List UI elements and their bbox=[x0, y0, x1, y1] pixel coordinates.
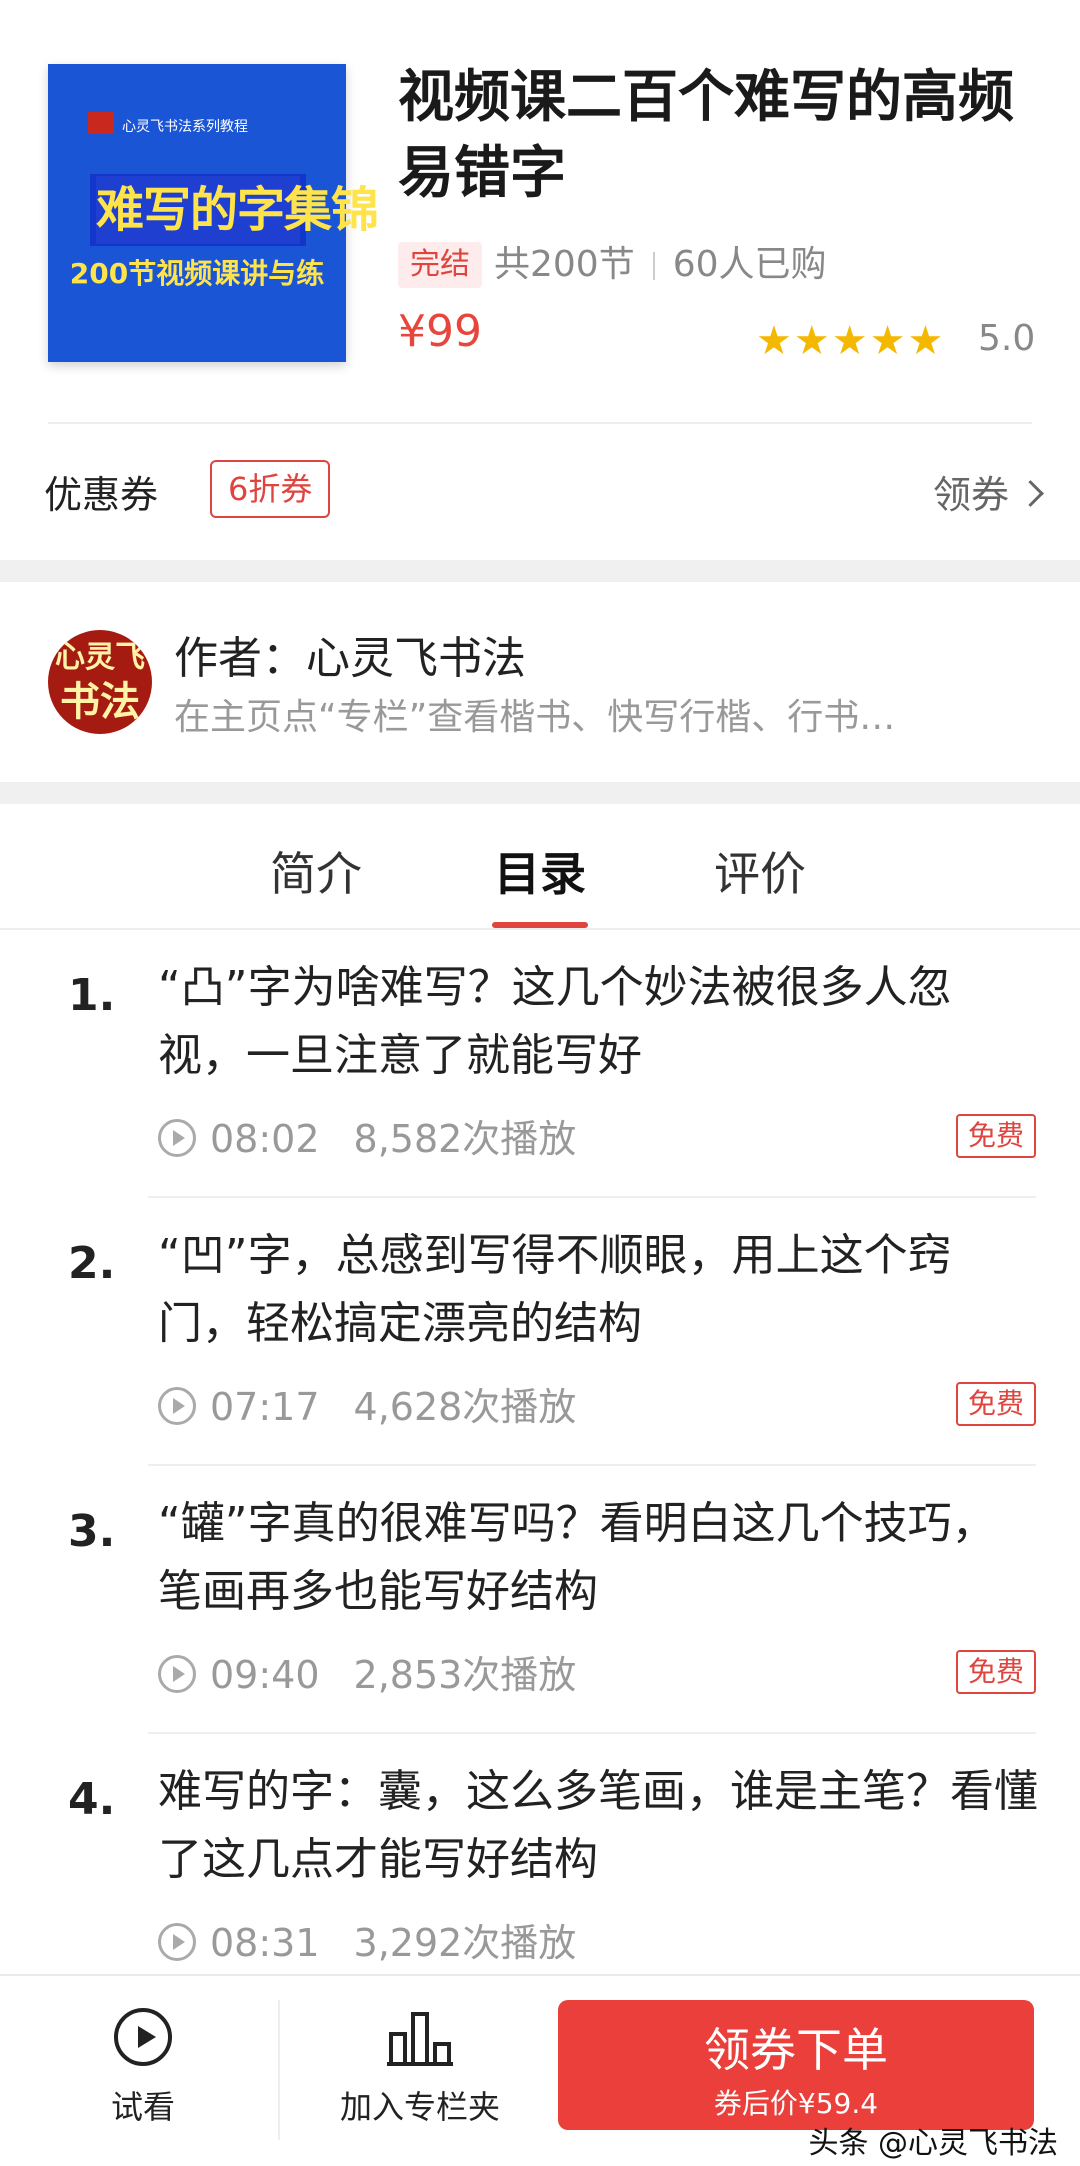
lesson-duration: 08:31 bbox=[210, 1921, 320, 1965]
lesson-info: 07:17 4,628次播放 bbox=[158, 1376, 576, 1431]
cover-subtitle: 200节视频课讲与练 bbox=[69, 257, 325, 290]
author-name: 作者：心灵飞书法 bbox=[174, 633, 526, 684]
free-badge: 免费 bbox=[955, 1382, 1036, 1426]
meta-divider bbox=[652, 252, 655, 280]
buyer-count: 60人已购 bbox=[672, 244, 827, 285]
author-description: 在主页点“专栏”查看楷书、快写行楷、行书… bbox=[174, 697, 896, 738]
course-price: ¥99 bbox=[398, 306, 482, 357]
lesson-plays: 3,292次播放 bbox=[353, 1921, 577, 1965]
active-tab-indicator bbox=[492, 922, 588, 928]
lesson-plays: 2,853次播放 bbox=[353, 1653, 577, 1697]
rating-score: 5.0 bbox=[978, 318, 1036, 359]
course-cover-image[interactable]: 心灵飞书法系列教程 难写的字集锦 200节视频课讲与练 bbox=[48, 64, 379, 362]
watermark: 头条 @心灵飞书法 bbox=[808, 2126, 1058, 2161]
get-coupon-button[interactable]: 领券 bbox=[932, 464, 1044, 519]
get-coupon-label: 领券 bbox=[932, 473, 1009, 517]
avatar[interactable]: 心灵飞 书法 bbox=[48, 630, 152, 734]
lesson-title: “凸”字为啥难写？这几个妙法被很多人忽视，一旦注意了就能写好 bbox=[158, 962, 952, 1081]
cover-title: 难写的字集锦 bbox=[96, 176, 379, 244]
trial-button[interactable]: 试看 bbox=[88, 2008, 198, 2128]
avatar-text-bottom: 书法 bbox=[60, 679, 140, 725]
play-icon bbox=[158, 1118, 196, 1157]
collection-icon bbox=[387, 2008, 453, 2066]
add-to-collection-button[interactable]: 加入专栏夹 bbox=[330, 2008, 510, 2128]
lesson-number: 2. bbox=[68, 1238, 116, 1289]
play-circle-icon bbox=[114, 2008, 172, 2066]
coupon-label: 优惠券 bbox=[44, 473, 159, 517]
play-icon bbox=[158, 1922, 196, 1961]
lesson-plays: 8,582次播放 bbox=[353, 1117, 577, 1161]
lesson-duration: 07:17 bbox=[210, 1385, 320, 1429]
list-item[interactable]: 2. “凹”字，总感到写得不顺眼，用上这个窍门，轻松搞定漂亮的结构 07:17 4… bbox=[0, 1198, 1080, 1466]
course-header: 心灵飞书法系列教程 难写的字集锦 200节视频课讲与练 视频课二百个难写的高频易… bbox=[0, 0, 1080, 420]
lesson-count: 共200节 bbox=[494, 244, 635, 285]
lesson-info: 08:31 3,292次播放 bbox=[158, 1912, 576, 1967]
lesson-info: 08:02 8,582次播放 bbox=[158, 1108, 576, 1163]
tab-bar: 简介 目录 评价 bbox=[0, 804, 1080, 930]
avatar-text-top: 心灵飞 bbox=[55, 640, 145, 675]
after-coupon-price: 券后价¥59.4 bbox=[713, 2087, 879, 2120]
chevron-right-icon bbox=[1017, 480, 1044, 507]
collection-label: 加入专栏夹 bbox=[339, 2088, 500, 2126]
tab-reviews[interactable]: 评价 bbox=[714, 838, 806, 904]
cover-seal-icon bbox=[88, 112, 114, 134]
author-row[interactable]: 心灵飞 书法 作者：心灵飞书法 在主页点“专栏”查看楷书、快写行楷、行书… bbox=[0, 582, 1080, 782]
tab-intro[interactable]: 简介 bbox=[270, 838, 362, 904]
list-item[interactable]: 3. “罐”字真的很难写吗？看明白这几个技巧，笔画再多也能写好结构 09:40 2… bbox=[0, 1466, 1080, 1734]
play-icon bbox=[158, 1386, 196, 1425]
lesson-title: 难写的字：囊，这么多笔画，谁是主笔？看懂了这几点才能写好结构 bbox=[158, 1766, 1038, 1885]
buy-with-coupon-button[interactable]: 领券下单 券后价¥59.4 bbox=[558, 2000, 1034, 2130]
lesson-plays: 4,628次播放 bbox=[353, 1385, 577, 1429]
lesson-duration: 09:40 bbox=[210, 1653, 320, 1697]
coupon-discount-tag: 6折券 bbox=[210, 460, 331, 518]
rating-stars-icon: ★★★★★ bbox=[756, 318, 946, 364]
lesson-title: “罐”字真的很难写吗？看明白这几个技巧，笔画再多也能写好结构 bbox=[158, 1498, 996, 1617]
section-gap bbox=[0, 560, 1080, 582]
lesson-info: 09:40 2,853次播放 bbox=[158, 1644, 576, 1699]
section-gap bbox=[0, 782, 1080, 804]
tab-catalog[interactable]: 目录 bbox=[494, 838, 586, 904]
lesson-title: “凹”字，总感到写得不顺眼，用上这个窍门，轻松搞定漂亮的结构 bbox=[158, 1230, 952, 1349]
free-badge: 免费 bbox=[955, 1114, 1036, 1158]
lesson-number: 4. bbox=[68, 1774, 116, 1825]
cover-series-text: 心灵飞书法系列教程 bbox=[122, 119, 248, 135]
lesson-duration: 08:02 bbox=[210, 1117, 320, 1161]
free-badge: 免费 bbox=[955, 1650, 1036, 1694]
buy-label: 领券下单 bbox=[704, 2023, 888, 2077]
divider bbox=[278, 2000, 280, 2140]
trial-label: 试看 bbox=[110, 2088, 175, 2126]
coupon-row[interactable]: 优惠券 6折券 领券 bbox=[0, 424, 1080, 560]
course-title: 视频课二百个难写的高频易错字 bbox=[398, 65, 1014, 206]
list-item[interactable]: 4. 难写的字：囊，这么多笔画，谁是主笔？看懂了这几点才能写好结构 08:31 3… bbox=[0, 1734, 1080, 2002]
lesson-number: 1. bbox=[68, 970, 116, 1021]
list-item[interactable]: 1. “凸”字为啥难写？这几个妙法被很多人忽视，一旦注意了就能写好 08:02 8… bbox=[0, 930, 1080, 1198]
lesson-number: 3. bbox=[68, 1506, 116, 1557]
play-icon bbox=[158, 1654, 196, 1693]
status-badge: 完结 bbox=[398, 242, 482, 288]
course-meta: 共200节 60人已购 bbox=[494, 238, 827, 292]
